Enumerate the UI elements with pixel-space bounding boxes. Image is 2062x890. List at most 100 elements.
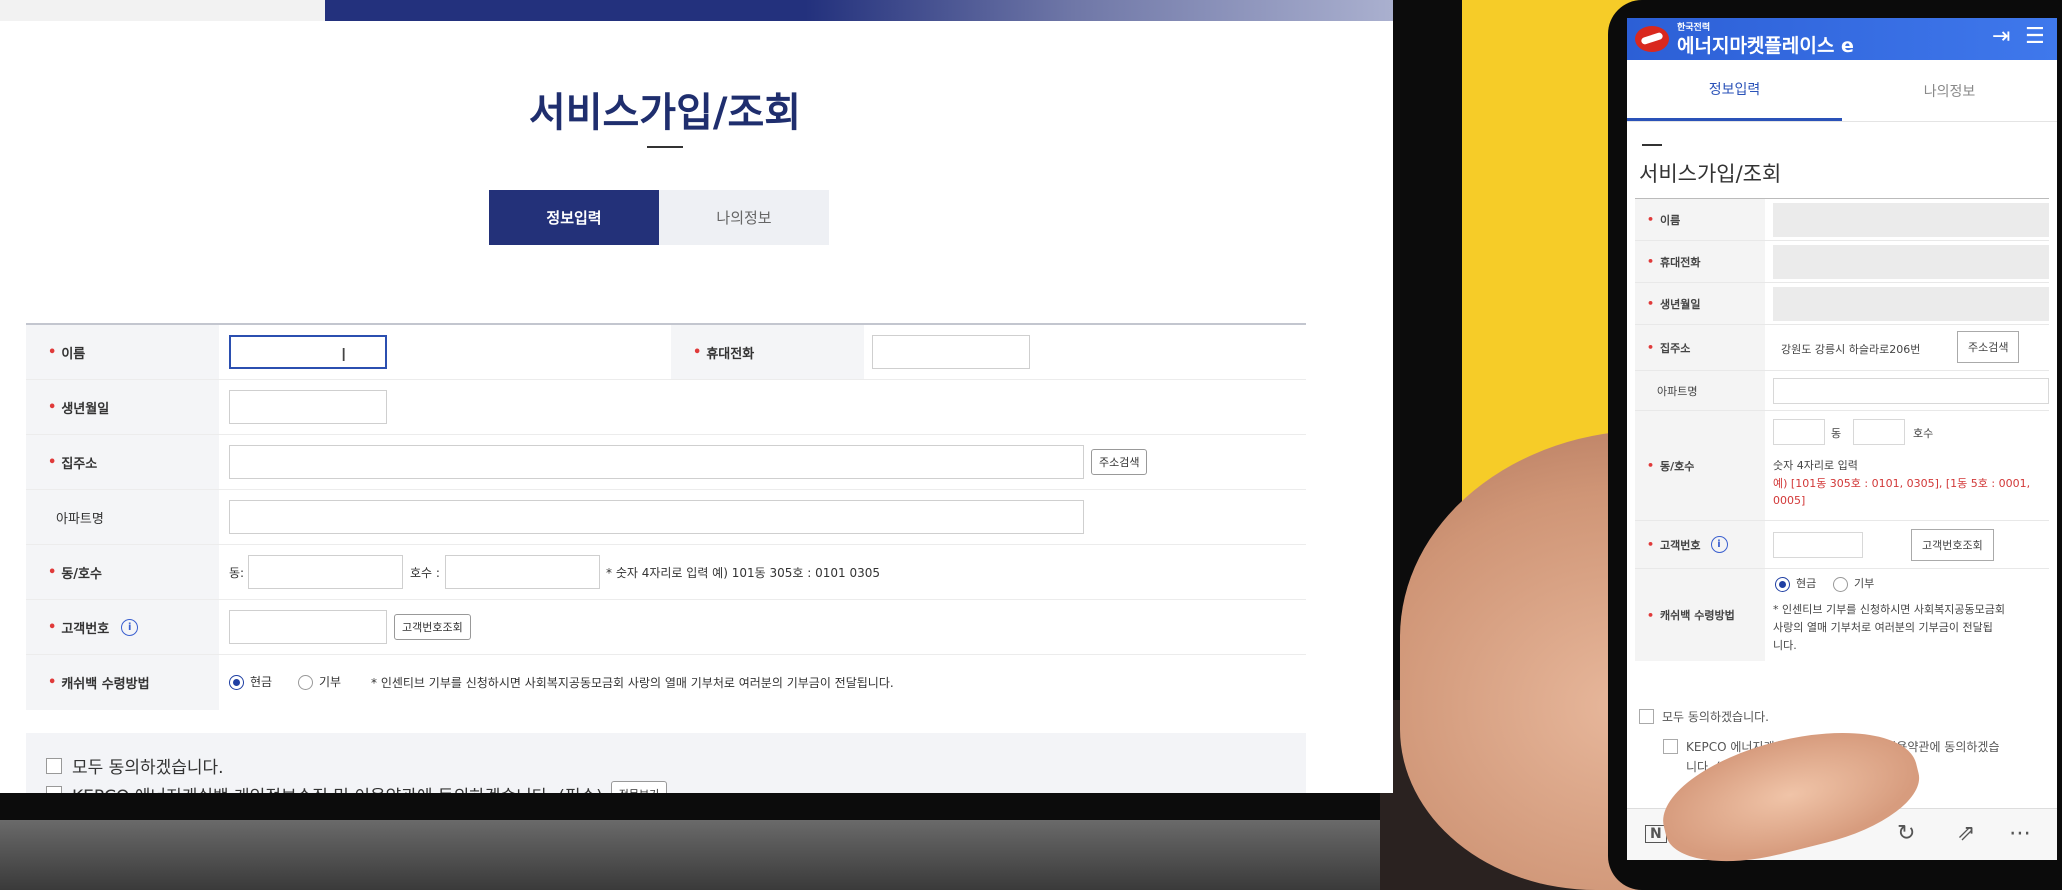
phone-label: • 휴대전화 <box>671 325 864 379</box>
phone-row-cashback: • 캐쉬백 수령방법 현금 기부 * 인센티브 기부를 신청하시면 사회복지공동모… <box>1635 569 2049 661</box>
ho-prefix: 호수 : <box>410 566 440 580</box>
phone-dong-ho-example-1: 예) [101동 305호 : 0101, 0305], [1동 5호 : 00… <box>1773 477 2031 490</box>
signup-form: • 이름 Ⅰ • 휴대전화 • 생년월일 • 집주소 주소검색 아파트명 • 동/호수 동… <box>26 323 1306 710</box>
dong-input[interactable] <box>248 555 403 589</box>
dong-prefix: 동: <box>229 566 245 580</box>
name-input[interactable]: Ⅰ <box>229 335 387 369</box>
tab-info-input[interactable]: 정보입력 <box>489 190 659 245</box>
cashback-label: • 캐쉬백 수령방법 <box>26 655 219 710</box>
phone-info-icon[interactable]: i <box>1710 536 1728 553</box>
info-icon[interactable]: i <box>121 618 139 636</box>
share-icon[interactable]: ⇗ <box>1957 821 1975 846</box>
phone-address-search-button[interactable]: 주소검색 <box>1957 331 2020 363</box>
phone-ho-suffix: 호수 <box>1913 427 1934 440</box>
top-bar-accent <box>325 0 1393 21</box>
login-icon[interactable]: ⇥ <box>1992 24 2010 49</box>
phone-address-label: • 집주소 <box>1635 325 1765 370</box>
phone-customer-input[interactable] <box>1773 532 1863 558</box>
address-label-text: 집주소 <box>61 456 98 472</box>
phone-customer-label: • 고객번호 i <box>1635 521 1765 568</box>
phone-radio-donate[interactable] <box>1833 576 1848 592</box>
tab-bar: 정보입력 나의정보 <box>489 190 829 245</box>
agree-all-text: 모두 동의하겠습니다. <box>72 758 224 778</box>
brand-mark: e <box>1840 35 1854 57</box>
tab-my-info[interactable]: 나의정보 <box>659 190 829 245</box>
phone-dong-ho-example-2: 0005] <box>1773 494 1806 507</box>
phone-agree-kepco-checkbox[interactable] <box>1663 739 1678 754</box>
form-row-birth: • 생년월일 <box>26 380 1306 435</box>
phone-birth-label: • 생년월일 <box>1635 283 1765 324</box>
form-row-dong-ho: • 동/호수 동: 호수 : * 숫자 4자리로 입력 예) 101동 305호 … <box>26 545 1306 600</box>
phone-dong-input[interactable] <box>1773 419 1825 445</box>
phone-name-input-blurred[interactable] <box>1773 203 2049 237</box>
phone-title-dash <box>1642 144 1662 146</box>
form-row-name: • 이름 Ⅰ • 휴대전화 <box>26 325 1306 380</box>
cash-label: 현금 <box>250 675 273 689</box>
hamburger-menu-icon[interactable]: ☰ <box>2025 24 2045 49</box>
phone-cashback-hint-2: 사랑의 열매 기부처로 여러분의 기부금이 전달됩 <box>1773 621 1993 634</box>
monitor-stand <box>0 820 1400 890</box>
agree-all-checkbox[interactable] <box>46 757 62 774</box>
customer-input[interactable] <box>229 610 387 644</box>
customer-label-text: 고객번호 <box>61 621 110 637</box>
phone-tab-info-input[interactable]: 정보입력 <box>1627 60 1842 121</box>
ho-input[interactable] <box>445 555 600 589</box>
phone-row-address: • 집주소 강원도 강릉시 하슬라로206번 주소검색 <box>1635 325 2049 371</box>
phone-phone-label: • 휴대전화 <box>1635 241 1765 282</box>
phone-label-text: 휴대전화 <box>706 346 755 362</box>
phone-tab-bar: 정보입력 나의정보 <box>1627 60 2057 122</box>
form-row-apartment: 아파트명 <box>26 490 1306 545</box>
phone-address-value: 강원도 강릉시 하슬라로206번 <box>1781 343 1921 356</box>
phone-birth-input-blurred[interactable] <box>1773 287 2049 321</box>
phone-dong-suffix: 동 <box>1831 427 1842 440</box>
phone-option-donate[interactable]: 기부 <box>1833 575 1874 592</box>
more-options-icon[interactable]: ⋯ <box>2009 821 2031 846</box>
name-label: • 이름 <box>26 325 219 379</box>
address-label: • 집주소 <box>26 435 219 489</box>
dong-ho-label: • 동/호수 <box>26 545 219 599</box>
title-divider <box>647 146 683 148</box>
apartment-input[interactable] <box>229 500 1084 534</box>
customer-lookup-button[interactable]: 고객번호조회 <box>394 614 471 640</box>
refresh-icon[interactable]: ↻ <box>1897 821 1915 846</box>
phone-agree-all-row[interactable]: 모두 동의하겠습니다. <box>1639 708 1769 725</box>
radio-donate[interactable] <box>298 675 313 690</box>
form-row-customer: • 고객번호 i 고객번호조회 <box>26 600 1306 655</box>
radio-cash[interactable] <box>229 675 244 690</box>
phone-row-phone: • 휴대전화 <box>1635 241 2049 283</box>
phone-radio-cash[interactable] <box>1775 576 1790 592</box>
agree-kepco-checkbox[interactable] <box>46 786 62 793</box>
birth-input[interactable] <box>229 390 387 424</box>
phone-cashback-label-text: 캐쉬백 수령방법 <box>1660 609 1735 622</box>
text-cursor-icon: Ⅰ <box>341 345 347 366</box>
birth-label: • 생년월일 <box>26 380 219 434</box>
address-input[interactable] <box>229 445 1084 479</box>
phone-phone-input-blurred[interactable] <box>1773 245 2049 279</box>
phone-tab-my-info[interactable]: 나의정보 <box>1842 60 2057 121</box>
cashback-option-donate[interactable]: 기부 <box>298 673 341 690</box>
phone-donate-label: 기부 <box>1854 577 1875 590</box>
phone-option-cash[interactable]: 현금 <box>1775 575 1816 592</box>
phone-customer-lookup-button[interactable]: 고객번호조회 <box>1911 529 1994 561</box>
brand-title: 에너지마켓플레이스 e <box>1677 31 1854 58</box>
phone-apartment-input[interactable] <box>1773 378 2049 404</box>
agree-kepco-row[interactable]: KEPCO 에너지캐쉬백 개인정보수집 및 이용약관에 동의하겠습니다. (필수… <box>46 781 668 793</box>
phone-phone-label-text: 휴대전화 <box>1660 255 1701 269</box>
agree-all-row[interactable]: 모두 동의하겠습니다. <box>46 753 224 778</box>
phone-input[interactable] <box>872 335 1030 369</box>
phone-apartment-label: 아파트명 <box>1635 371 1765 410</box>
phone-name-label: • 이름 <box>1635 199 1765 240</box>
phone-row-customer: • 고객번호 i 고객번호조회 <box>1635 521 2049 569</box>
phone-agree-all-checkbox[interactable] <box>1639 709 1654 724</box>
birth-label-text: 생년월일 <box>61 401 110 417</box>
phone-dong-ho-label: • 동/호수 <box>1635 411 1765 520</box>
view-terms-button[interactable]: 전문보기 <box>610 781 668 793</box>
phone-ho-input[interactable] <box>1853 419 1905 445</box>
cashback-option-cash[interactable]: 현금 <box>229 673 272 690</box>
form-row-cashback: • 캐쉬백 수령방법 현금 기부 * 인센티브 기부를 신청하시면 사회복지공동모… <box>26 655 1306 710</box>
dong-ho-label-text: 동/호수 <box>61 566 102 582</box>
phone-agree-all-text: 모두 동의하겠습니다. <box>1662 710 1769 724</box>
cashback-hint: * 인센티브 기부를 신청하시면 사회복지공동모금회 사랑의 열매 기부처로 여… <box>371 676 894 690</box>
cashback-label-text: 캐쉬백 수령방법 <box>61 677 150 692</box>
address-search-button[interactable]: 주소검색 <box>1091 449 1148 475</box>
